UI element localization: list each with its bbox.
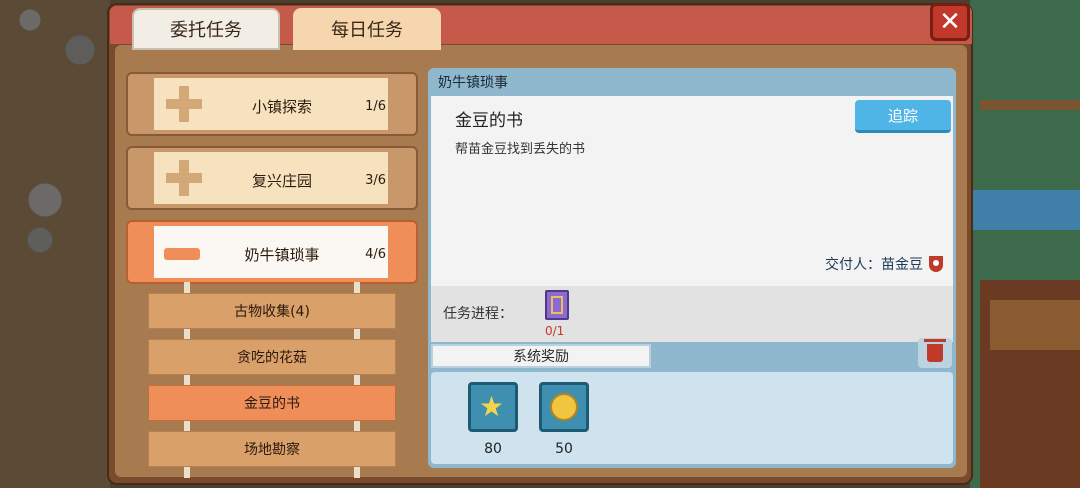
progress-count: 0/1 xyxy=(545,324,565,338)
quest-giver: 交付人：苗金豆 xyxy=(825,254,943,274)
progress-label: 任务进程： xyxy=(443,306,513,322)
quest-description: 帮苗金豆找到丢失的书 xyxy=(455,142,586,157)
category-label: 小镇探索 xyxy=(251,97,312,116)
location-pin-icon[interactable] xyxy=(929,256,943,272)
river xyxy=(970,190,1080,230)
category-label: 复兴庄园 xyxy=(251,171,312,190)
quest-category-list: 小镇探索 1/6 复兴庄园 3/6 奶牛镇琐事 4/6 古物收集(4) 贪吃的花… xyxy=(122,62,422,478)
reward-star[interactable]: ★ 80 xyxy=(468,382,518,457)
tab-system-rewards[interactable]: 系统奖励 xyxy=(431,344,651,368)
category-label: 奶牛镇琐事 xyxy=(244,245,320,264)
subtask-greedy-mushroom[interactable]: 贪吃的花菇 xyxy=(148,339,396,375)
reward-value: 50 xyxy=(555,441,573,457)
star-icon: ★ xyxy=(479,390,505,423)
reward-tab-label: 系统奖励 xyxy=(513,349,569,365)
category-town-exploration[interactable]: 小镇探索 1/6 xyxy=(126,72,418,136)
tab-commission[interactable]: 委托任务 xyxy=(132,8,280,50)
subtask-label: 古物收集(4) xyxy=(234,304,310,320)
category-cowtown-chores[interactable]: 奶牛镇琐事 4/6 xyxy=(126,220,418,284)
minus-icon xyxy=(164,248,200,260)
quest-title: 金豆的书 xyxy=(455,111,523,131)
subtask-antique-collection[interactable]: 古物收集(4) xyxy=(148,293,396,329)
quest-detail-panel: 奶牛镇琐事 金豆的书 帮苗金豆找到丢失的书 追踪 交付人：苗金豆 任务进程： 0… xyxy=(428,68,956,468)
fence xyxy=(980,100,1080,110)
subtask-label: 金豆的书 xyxy=(244,396,300,412)
tab-daily-label: 每日任务 xyxy=(331,20,403,41)
crate xyxy=(990,300,1080,350)
plus-icon xyxy=(166,86,202,122)
subtask-label: 场地勘察 xyxy=(244,442,300,458)
reward-value: 80 xyxy=(484,441,502,457)
quest-progress: 任务进程： 0/1 xyxy=(431,286,953,342)
close-icon: ✕ xyxy=(939,7,961,37)
subtask-jindou-book[interactable]: 金豆的书 xyxy=(148,385,396,421)
abandon-quest-button[interactable] xyxy=(918,338,952,368)
close-button[interactable]: ✕ xyxy=(930,3,970,41)
subtask-site-survey[interactable]: 场地勘察 xyxy=(148,431,396,467)
detail-header: 奶牛镇琐事 xyxy=(438,75,508,91)
subtask-label: 贪吃的花菇 xyxy=(237,350,307,366)
reward-list: ★ 80 50 xyxy=(431,372,953,464)
coin-icon xyxy=(550,393,578,421)
category-manor-revival[interactable]: 复兴庄园 3/6 xyxy=(126,146,418,210)
trash-icon xyxy=(924,339,946,362)
track-button-label: 追踪 xyxy=(887,106,918,125)
plus-icon xyxy=(166,160,202,196)
track-button[interactable]: 追踪 xyxy=(855,100,951,133)
category-count: 1/6 xyxy=(365,98,386,114)
quest-card: 金豆的书 帮苗金豆找到丢失的书 追踪 交付人：苗金豆 xyxy=(431,96,953,286)
reward-coin[interactable]: 50 xyxy=(539,382,589,457)
book-icon xyxy=(545,290,569,320)
quest-giver-label: 交付人：苗金豆 xyxy=(825,257,923,273)
category-count: 4/6 xyxy=(365,246,386,262)
tab-daily[interactable]: 每日任务 xyxy=(293,8,441,50)
tab-commission-label: 委托任务 xyxy=(170,20,242,41)
category-count: 3/6 xyxy=(365,172,386,188)
